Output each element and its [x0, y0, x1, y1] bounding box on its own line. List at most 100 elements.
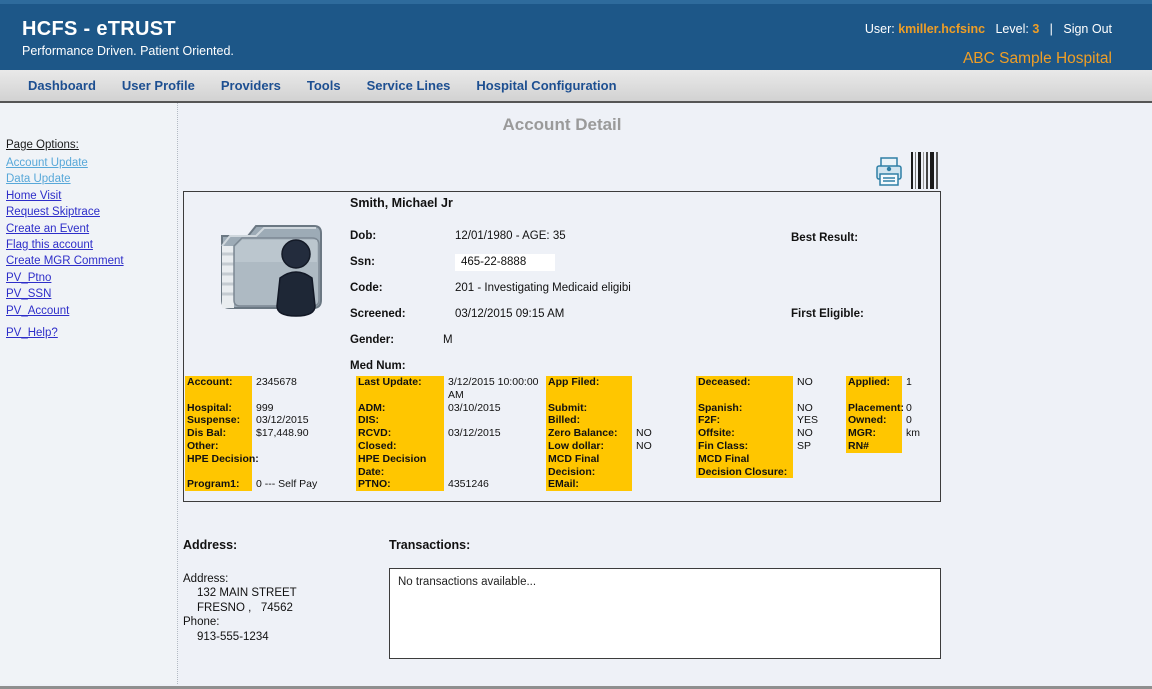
nav-item-user-profile[interactable]: User Profile	[122, 78, 195, 93]
printer-icon[interactable]	[874, 157, 904, 189]
grid-value-rn	[906, 440, 920, 453]
action-icons	[183, 149, 941, 189]
grid-value-ptno: 4351246	[448, 478, 539, 491]
grid-column-5: Applied: Placement:Owned:MGR:RN#1 00km	[846, 376, 920, 453]
grid-value-billed	[636, 414, 652, 427]
grid-label-applied: Applied:	[848, 376, 902, 389]
grid-label-hpe-decision: HPE Decision:	[187, 453, 252, 466]
address-heading: Address:	[183, 538, 389, 552]
grid-value-date	[448, 466, 539, 479]
sidebar-link-pv-ptno[interactable]: PV_Ptno	[6, 270, 177, 286]
hospital-name: ABC Sample Hospital	[963, 50, 1112, 68]
grid-label-low-dollar: Low dollar:	[548, 440, 632, 453]
grid-labels-1: Account: Hospital:Suspense:Dis Bal:Other…	[185, 376, 252, 491]
grid-label-dis: DIS:	[358, 414, 444, 427]
sign-out-link[interactable]: Sign Out	[1063, 22, 1112, 36]
app-header: HCFS - eTRUST Performance Driven. Patien…	[0, 0, 1152, 70]
grid-label-ptno: PTNO:	[358, 478, 444, 491]
grid-label-owned: Owned:	[848, 414, 902, 427]
grid-value-email	[636, 478, 652, 491]
field-value-code: 201 - Investigating Medicaid eligibi	[455, 282, 631, 294]
field-label-screened: Screened:	[350, 308, 455, 320]
sidebar-link-account-update[interactable]: Account Update	[6, 155, 177, 171]
grid-label-dis-bal: Dis Bal:	[187, 427, 252, 440]
sidebar-link-create-an-event[interactable]: Create an Event	[6, 221, 177, 237]
divider: |	[1039, 22, 1063, 36]
grid-value-owned: 0	[906, 414, 920, 427]
grid-labels-5: Applied: Placement:Owned:MGR:RN#	[846, 376, 902, 453]
nav-item-providers[interactable]: Providers	[221, 78, 281, 93]
barcode-icon[interactable]	[911, 152, 939, 189]
level-label: Level:	[985, 22, 1032, 36]
sidebar-link-pv-account[interactable]: PV_Account	[6, 303, 177, 319]
user-label: User:	[865, 22, 898, 36]
field-row-gender: Gender:M	[350, 334, 780, 360]
grid-label-spacer	[187, 389, 252, 402]
grid-label-mcd-final: MCD Final	[548, 453, 632, 466]
transactions-section: Transactions: No transactions available.…	[389, 538, 941, 659]
user-line: User: kmiller.hcfsinc Level: 3 | Sign Ou…	[865, 22, 1112, 36]
grid-label-offsite: Offsite:	[698, 427, 793, 440]
brand: HCFS - eTRUST Performance Driven. Patien…	[22, 18, 234, 58]
grid-value-low-dollar: NO	[636, 440, 652, 453]
nav-item-dashboard[interactable]: Dashboard	[28, 78, 96, 93]
grid-value-spacer: AM	[448, 389, 539, 402]
grid-values-3: NONO	[632, 376, 652, 491]
grid-label-rcvd: RCVD:	[358, 427, 444, 440]
field-label-ssn: Ssn:	[350, 256, 455, 268]
transactions-empty-message: No transactions available...	[398, 576, 932, 588]
grid-label-deceased: Deceased:	[698, 376, 793, 389]
grid-labels-3: App Filed: Submit:Billed:Zero Balance:Lo…	[546, 376, 632, 491]
grid-value-deceased: NO	[797, 376, 818, 389]
grid-value-spacer	[906, 389, 920, 402]
grid-value-program1: 0 --- Self Pay	[256, 478, 317, 491]
field-label-med-num: Med Num:	[350, 360, 455, 372]
transactions-box: No transactions available...	[389, 568, 941, 659]
grid-label-mgr: MGR:	[848, 427, 902, 440]
nav-item-tools[interactable]: Tools	[307, 78, 341, 93]
page-options-heading: Page Options:	[6, 139, 177, 151]
grid-value-dis-bal: $17,448.90	[256, 427, 317, 440]
address-line-fresno-74562: FRESNO , 74562	[183, 601, 389, 615]
sidebar-link-create-mgr-comment[interactable]: Create MGR Comment	[6, 253, 177, 269]
grid-value-adm: 03/10/2015	[448, 402, 539, 415]
grid-value-f2f: YES	[797, 414, 818, 427]
grid-value-hpe-decision	[256, 453, 317, 466]
grid-value-account: 2345678	[256, 376, 317, 389]
grid-label-other: Other:	[187, 440, 252, 453]
main-nav: Dashboard User Profile Providers Tools Servi…	[0, 70, 1152, 103]
patient-name: Smith, Michael Jr	[350, 196, 453, 210]
grid-value-fin-class: SP	[797, 440, 818, 453]
grid-label-placement: Placement:	[848, 402, 902, 415]
field-label-dob: Dob:	[350, 230, 455, 242]
sidebar-link-request-skiptrace[interactable]: Request Skiptrace	[6, 204, 177, 220]
grid-value-zero-balance: NO	[636, 427, 652, 440]
sidebar-link-pv-help[interactable]: PV_Help?	[6, 325, 177, 341]
bottom-section: Address: Address:132 MAIN STREETFRESNO ,…	[183, 538, 941, 659]
grid-label-spacer	[548, 389, 632, 402]
grid-label-account: Account:	[187, 376, 252, 389]
nav-item-service-lines[interactable]: Service Lines	[367, 78, 451, 93]
grid-label-email: EMail:	[548, 478, 632, 491]
sidebar-link-home-visit[interactable]: Home Visit	[6, 188, 177, 204]
field-value-ssn[interactable]: 465-22-8888	[455, 254, 555, 271]
grid-value-submit	[636, 402, 652, 415]
grid-value-hospital: 999	[256, 402, 317, 415]
grid-value-dis	[448, 414, 539, 427]
grid-label-adm: ADM:	[358, 402, 444, 415]
grid-value-spacer	[636, 389, 652, 402]
field-value-gender: M	[443, 334, 453, 346]
grid-labels-2: Last Update: ADM:DIS:RCVD:Closed:HPE Dec…	[356, 376, 444, 491]
grid-value-hpe-decision	[448, 453, 539, 466]
grid-label-rn: RN#	[848, 440, 902, 453]
nav-item-hospital-configuration[interactable]: Hospital Configuration	[476, 78, 616, 93]
sidebar-link-pv-ssn[interactable]: PV_SSN	[6, 286, 177, 302]
grid-column-4: Deceased: Spanish:F2F:Offsite:Fin Class:…	[696, 376, 818, 478]
grid-value-last-update: 3/12/2015 10:00:00	[448, 376, 539, 389]
sidebar-link-flag-this-account[interactable]: Flag this account	[6, 237, 177, 253]
sidebar-link-data-update[interactable]: Data Update	[6, 171, 177, 187]
grid-values-5: 1 00km	[902, 376, 920, 453]
sidebar: Page Options: Account UpdateData UpdateH…	[0, 103, 178, 684]
grid-column-2: Last Update: ADM:DIS:RCVD:Closed:HPE Dec…	[356, 376, 539, 491]
app-title: HCFS - eTRUST	[22, 18, 234, 41]
